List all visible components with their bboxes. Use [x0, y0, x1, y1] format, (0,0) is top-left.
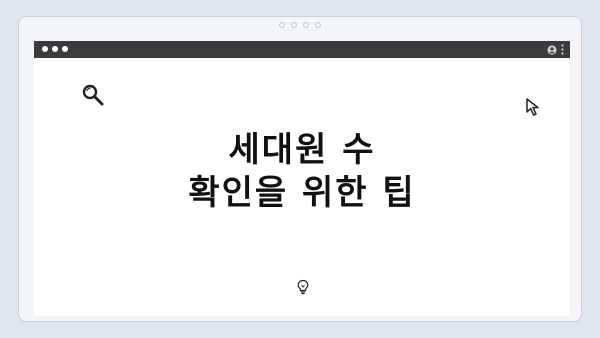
title-bar [34, 41, 570, 58]
cursor-icon [526, 98, 539, 116]
frame-dot [303, 22, 309, 28]
page: 세대원 수 확인을 위한 팁 [0, 0, 600, 338]
frame-dot [279, 22, 285, 28]
close-window-button[interactable] [42, 46, 48, 52]
window-controls [42, 46, 68, 52]
browser-window: 세대원 수 확인을 위한 팁 [34, 41, 570, 316]
frame-dot [315, 22, 321, 28]
frame-dot [291, 22, 297, 28]
titlebar-actions [547, 44, 564, 55]
minimize-window-button[interactable] [52, 46, 58, 52]
headline-line-2: 확인을 위한 팁 [188, 173, 416, 213]
lightbulb-icon [297, 279, 309, 295]
kebab-menu-icon[interactable] [561, 44, 564, 55]
headline-line-1: 세대원 수 [228, 130, 376, 170]
profile-icon[interactable] [547, 44, 557, 55]
search-icon [82, 84, 104, 106]
maximize-window-button[interactable] [62, 46, 68, 52]
frame-dots [279, 22, 321, 28]
page-headline: 세대원 수 확인을 위한 팁 [34, 129, 570, 215]
